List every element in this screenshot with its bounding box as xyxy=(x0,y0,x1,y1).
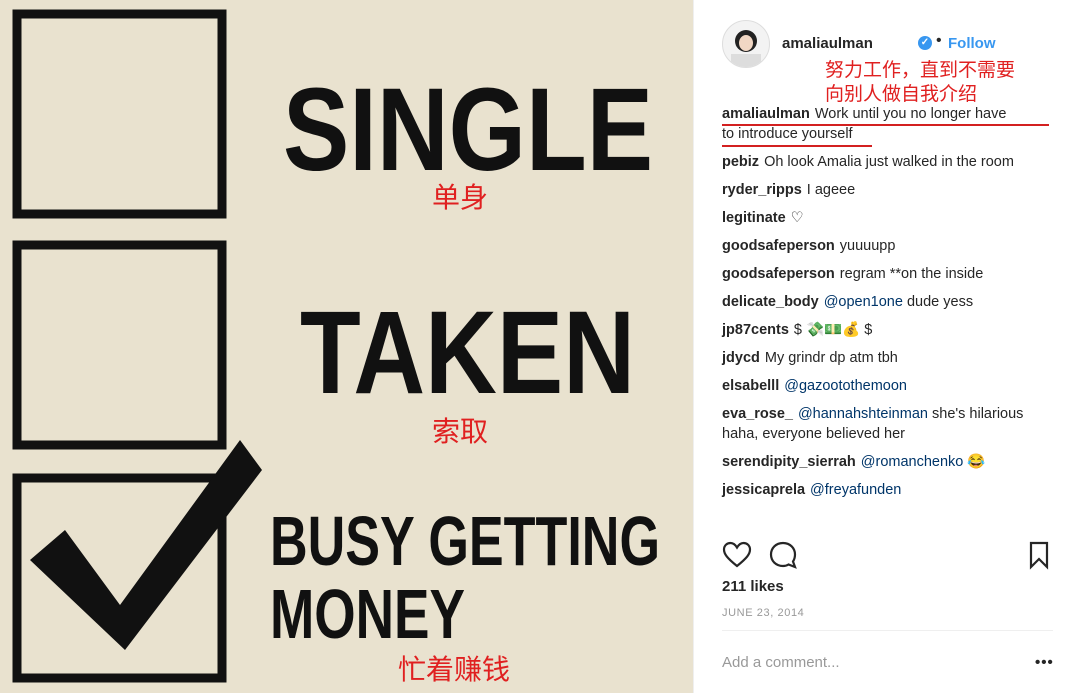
divider xyxy=(722,630,1053,631)
comment-mention[interactable]: @open1one xyxy=(824,294,903,310)
caption-username[interactable]: amaliaulman xyxy=(722,106,810,122)
post-side-panel: amaliaulman ✓ • Follow 努力工作，直到不需要 向别人做自我… xyxy=(693,0,1080,693)
label-taken: TAKEN xyxy=(300,287,635,419)
list-item: ryder_ripps I ageee xyxy=(722,180,1062,200)
comment-username[interactable]: jessicaprela xyxy=(722,482,805,498)
avatar[interactable] xyxy=(722,20,770,68)
comment-mention[interactable]: @romanchenko xyxy=(861,454,964,470)
comment-text: ♡ xyxy=(790,210,804,226)
post-date[interactable]: JUNE 23, 2014 xyxy=(722,607,804,619)
list-item: goodsafeperson yuuuupp xyxy=(722,236,1062,256)
comment-text: I ageee xyxy=(806,182,856,198)
caption-underline-line1 xyxy=(722,124,1049,126)
comment-text: Oh look Amalia just walked in the room xyxy=(764,154,1014,170)
comment-username[interactable]: pebiz xyxy=(722,154,759,170)
list-item: eva_rose_ @hannahshteinman she's hilariou… xyxy=(722,404,1062,444)
comment-text: dude yess xyxy=(906,294,974,310)
cn-annotation-taken: 索取 xyxy=(432,415,489,448)
list-item: goodsafeperson regram **on the inside xyxy=(722,264,1062,284)
comment-username[interactable]: serendipity_sierrah xyxy=(722,454,856,470)
cn-annotation-busy: 忙着赚钱 xyxy=(398,653,511,686)
comments-list: amaliaulman Work until you no longer have… xyxy=(722,104,1062,508)
caption-underline-line2 xyxy=(722,145,872,147)
comment-mention[interactable]: @gazootothemoon xyxy=(784,378,907,394)
cn-annotation-single: 单身 xyxy=(432,181,489,214)
verified-icon: ✓ xyxy=(918,36,932,50)
comment-icon[interactable] xyxy=(768,540,798,570)
cn-caption-translation-line1: 努力工作，直到不需要 xyxy=(825,59,1016,81)
list-item: legitinate ♡ xyxy=(722,208,1062,228)
comment-username[interactable]: elsabelll xyxy=(722,378,779,394)
comment-username[interactable]: goodsafeperson xyxy=(722,238,835,254)
comment-username[interactable]: jdycd xyxy=(722,350,760,366)
follow-button[interactable]: Follow xyxy=(948,35,996,52)
comment-text: regram **on the inside xyxy=(839,266,984,282)
comment-text: 😂 xyxy=(967,454,986,470)
bookmark-icon[interactable] xyxy=(1024,540,1054,570)
comment-text: yuuuupp xyxy=(839,238,896,254)
list-item: jessicaprela @freyafunden xyxy=(722,480,1062,500)
list-item: jp87cents $ 💸💵💰 $ xyxy=(722,320,1062,340)
post-image[interactable]: SINGLE TAKEN BUSY GETTING MONEY 单身 索取 忙着… xyxy=(0,0,693,693)
list-item: delicate_body @open1one dude yess xyxy=(722,292,1062,312)
post-image-graphic: SINGLE TAKEN BUSY GETTING MONEY xyxy=(0,0,693,693)
add-comment-input[interactable]: Add a comment... xyxy=(722,654,840,671)
comment-username[interactable]: jp87cents xyxy=(722,322,789,338)
comment-username[interactable]: goodsafeperson xyxy=(722,266,835,282)
comment-username[interactable]: legitinate xyxy=(722,210,786,226)
heart-icon[interactable] xyxy=(722,540,752,570)
separator-dot: • xyxy=(936,32,942,49)
list-item: jdycd My grindr dp atm tbh xyxy=(722,348,1062,368)
label-busy-line2: MONEY xyxy=(270,575,465,653)
comment-username[interactable]: ryder_ripps xyxy=(722,182,802,198)
avatar-image xyxy=(731,30,761,67)
comment-mention[interactable]: @hannahshteinman xyxy=(798,406,928,422)
caption-text-line2: to introduce yourself xyxy=(722,126,853,142)
likes-count[interactable]: 211 likes xyxy=(722,578,784,595)
comment-mention[interactable]: @freyafunden xyxy=(810,482,901,498)
comment-text: $ 💸💵💰 $ xyxy=(793,322,873,338)
list-item: pebiz Oh look Amalia just walked in the r… xyxy=(722,152,1062,172)
comment-username[interactable]: delicate_body xyxy=(722,294,819,310)
header-username[interactable]: amaliaulman xyxy=(782,35,873,52)
label-busy-line1: BUSY GETTING xyxy=(270,502,660,580)
action-bar xyxy=(722,540,1052,570)
more-options-icon[interactable]: ••• xyxy=(1035,654,1054,671)
list-item: serendipity_sierrah @romanchenko 😂 xyxy=(722,452,1062,472)
comment-text: My grindr dp atm tbh xyxy=(764,350,898,366)
caption-text-line1: Work until you no longer have xyxy=(814,106,1007,122)
list-item: elsabelll @gazootothemoon xyxy=(722,376,1062,396)
comment-username[interactable]: eva_rose_ xyxy=(722,406,793,422)
cn-caption-translation-line2: 向别人做自我介绍 xyxy=(825,83,978,105)
